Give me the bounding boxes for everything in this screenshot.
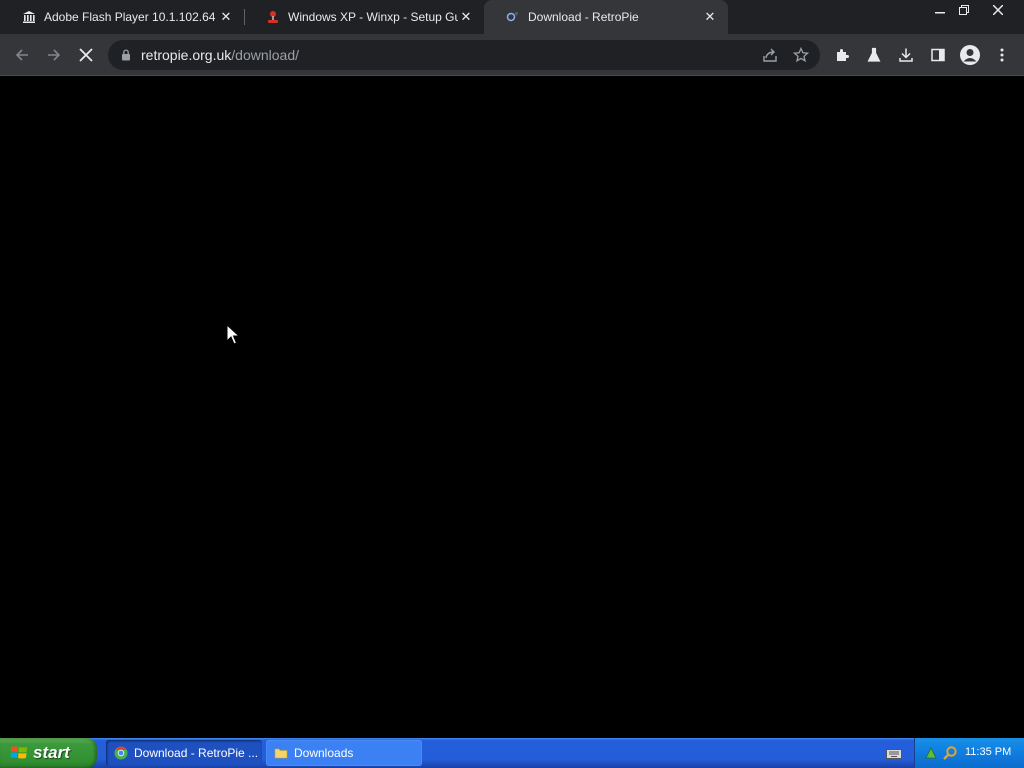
tab-retropie-download[interactable]: Download - RetroPie ✕ <box>484 0 728 34</box>
forward-arrow-icon <box>48 49 61 61</box>
minimize-button[interactable] <box>928 0 952 20</box>
chrome-icon <box>114 746 128 760</box>
avatar-icon <box>960 45 980 65</box>
minimize-icon <box>935 12 945 14</box>
download-icon <box>899 48 913 62</box>
museum-icon <box>23 11 35 23</box>
puzzle-icon <box>837 49 849 61</box>
system-tray: 11:35 PM <box>914 738 1024 768</box>
network-icon[interactable] <box>923 745 939 761</box>
address-url[interactable]: retropie.org.uk/download/ <box>141 47 299 63</box>
tab-close-icon[interactable]: ✕ <box>218 9 234 25</box>
tab-adobe-flash[interactable]: Adobe Flash Player 10.1.102.64 : Adobe ✕ <box>0 0 244 34</box>
extensions-button[interactable] <box>830 43 854 67</box>
profile-button[interactable] <box>958 43 982 67</box>
side-panel-button[interactable] <box>926 43 950 67</box>
browser-tabstrip: Adobe Flash Player 10.1.102.64 : Adobe ✕… <box>0 0 1024 34</box>
share-icon <box>763 48 777 62</box>
close-window-button[interactable] <box>986 0 1010 20</box>
url-host: retropie.org.uk <box>141 47 232 63</box>
windows-logo-icon <box>10 746 27 759</box>
taskbar-item-label: Download - RetroPie ... <box>134 746 259 760</box>
taskbar-item-downloads[interactable]: Downloads <box>266 740 422 766</box>
flask-icon <box>867 47 881 62</box>
stop-loading-button[interactable] <box>74 43 98 67</box>
start-button[interactable]: start <box>0 738 97 768</box>
stop-icon <box>79 48 93 62</box>
tab-close-icon[interactable]: ✕ <box>702 9 718 25</box>
windows-taskbar: start Download - RetroPie ... Downloads … <box>0 738 1024 768</box>
retropie-icon <box>506 12 518 22</box>
page-content[interactable] <box>0 77 1024 738</box>
url-path: /download/ <box>231 47 299 63</box>
keyboard-icon[interactable] <box>886 747 902 759</box>
star-icon <box>793 47 809 63</box>
address-bar[interactable]: retropie.org.uk/download/ <box>108 40 820 70</box>
taskbar-item-retropie[interactable]: Download - RetroPie ... <box>106 740 262 766</box>
forward-button[interactable] <box>42 43 66 67</box>
joystick-icon <box>268 11 278 23</box>
browser-menu-button[interactable] <box>990 43 1014 67</box>
side-panel-icon <box>931 48 945 62</box>
tab-windows-xp[interactable]: Windows XP - Winxp - Setup Guide ✕ <box>244 0 484 34</box>
labs-button[interactable] <box>862 43 886 67</box>
bookmark-button[interactable] <box>789 43 813 67</box>
tab-close-icon[interactable]: ✕ <box>458 9 474 25</box>
back-arrow-icon <box>15 49 28 61</box>
folder-icon <box>274 748 288 759</box>
tab-title: Adobe Flash Player 10.1.102.64 : Adobe <box>44 10 218 24</box>
restore-icon <box>959 5 969 15</box>
share-button[interactable] <box>758 43 782 67</box>
start-label: start <box>33 743 70 762</box>
browser-toolbar: retropie.org.uk/download/ <box>0 34 1024 76</box>
close-icon <box>993 5 1003 15</box>
taskbar-item-label: Downloads <box>294 746 354 760</box>
downloads-button[interactable] <box>894 43 918 67</box>
back-button[interactable] <box>10 43 34 67</box>
tab-title: Download - RetroPie <box>528 10 639 24</box>
kebab-menu-icon <box>1000 48 1004 62</box>
lock-icon <box>122 49 130 61</box>
mouse-cursor-icon <box>226 324 240 345</box>
search-icon[interactable] <box>942 745 958 761</box>
taskbar-clock[interactable]: 11:35 PM <box>965 746 1011 758</box>
restore-button[interactable] <box>952 0 976 20</box>
tab-title: Windows XP - Winxp - Setup Guide <box>288 10 458 24</box>
